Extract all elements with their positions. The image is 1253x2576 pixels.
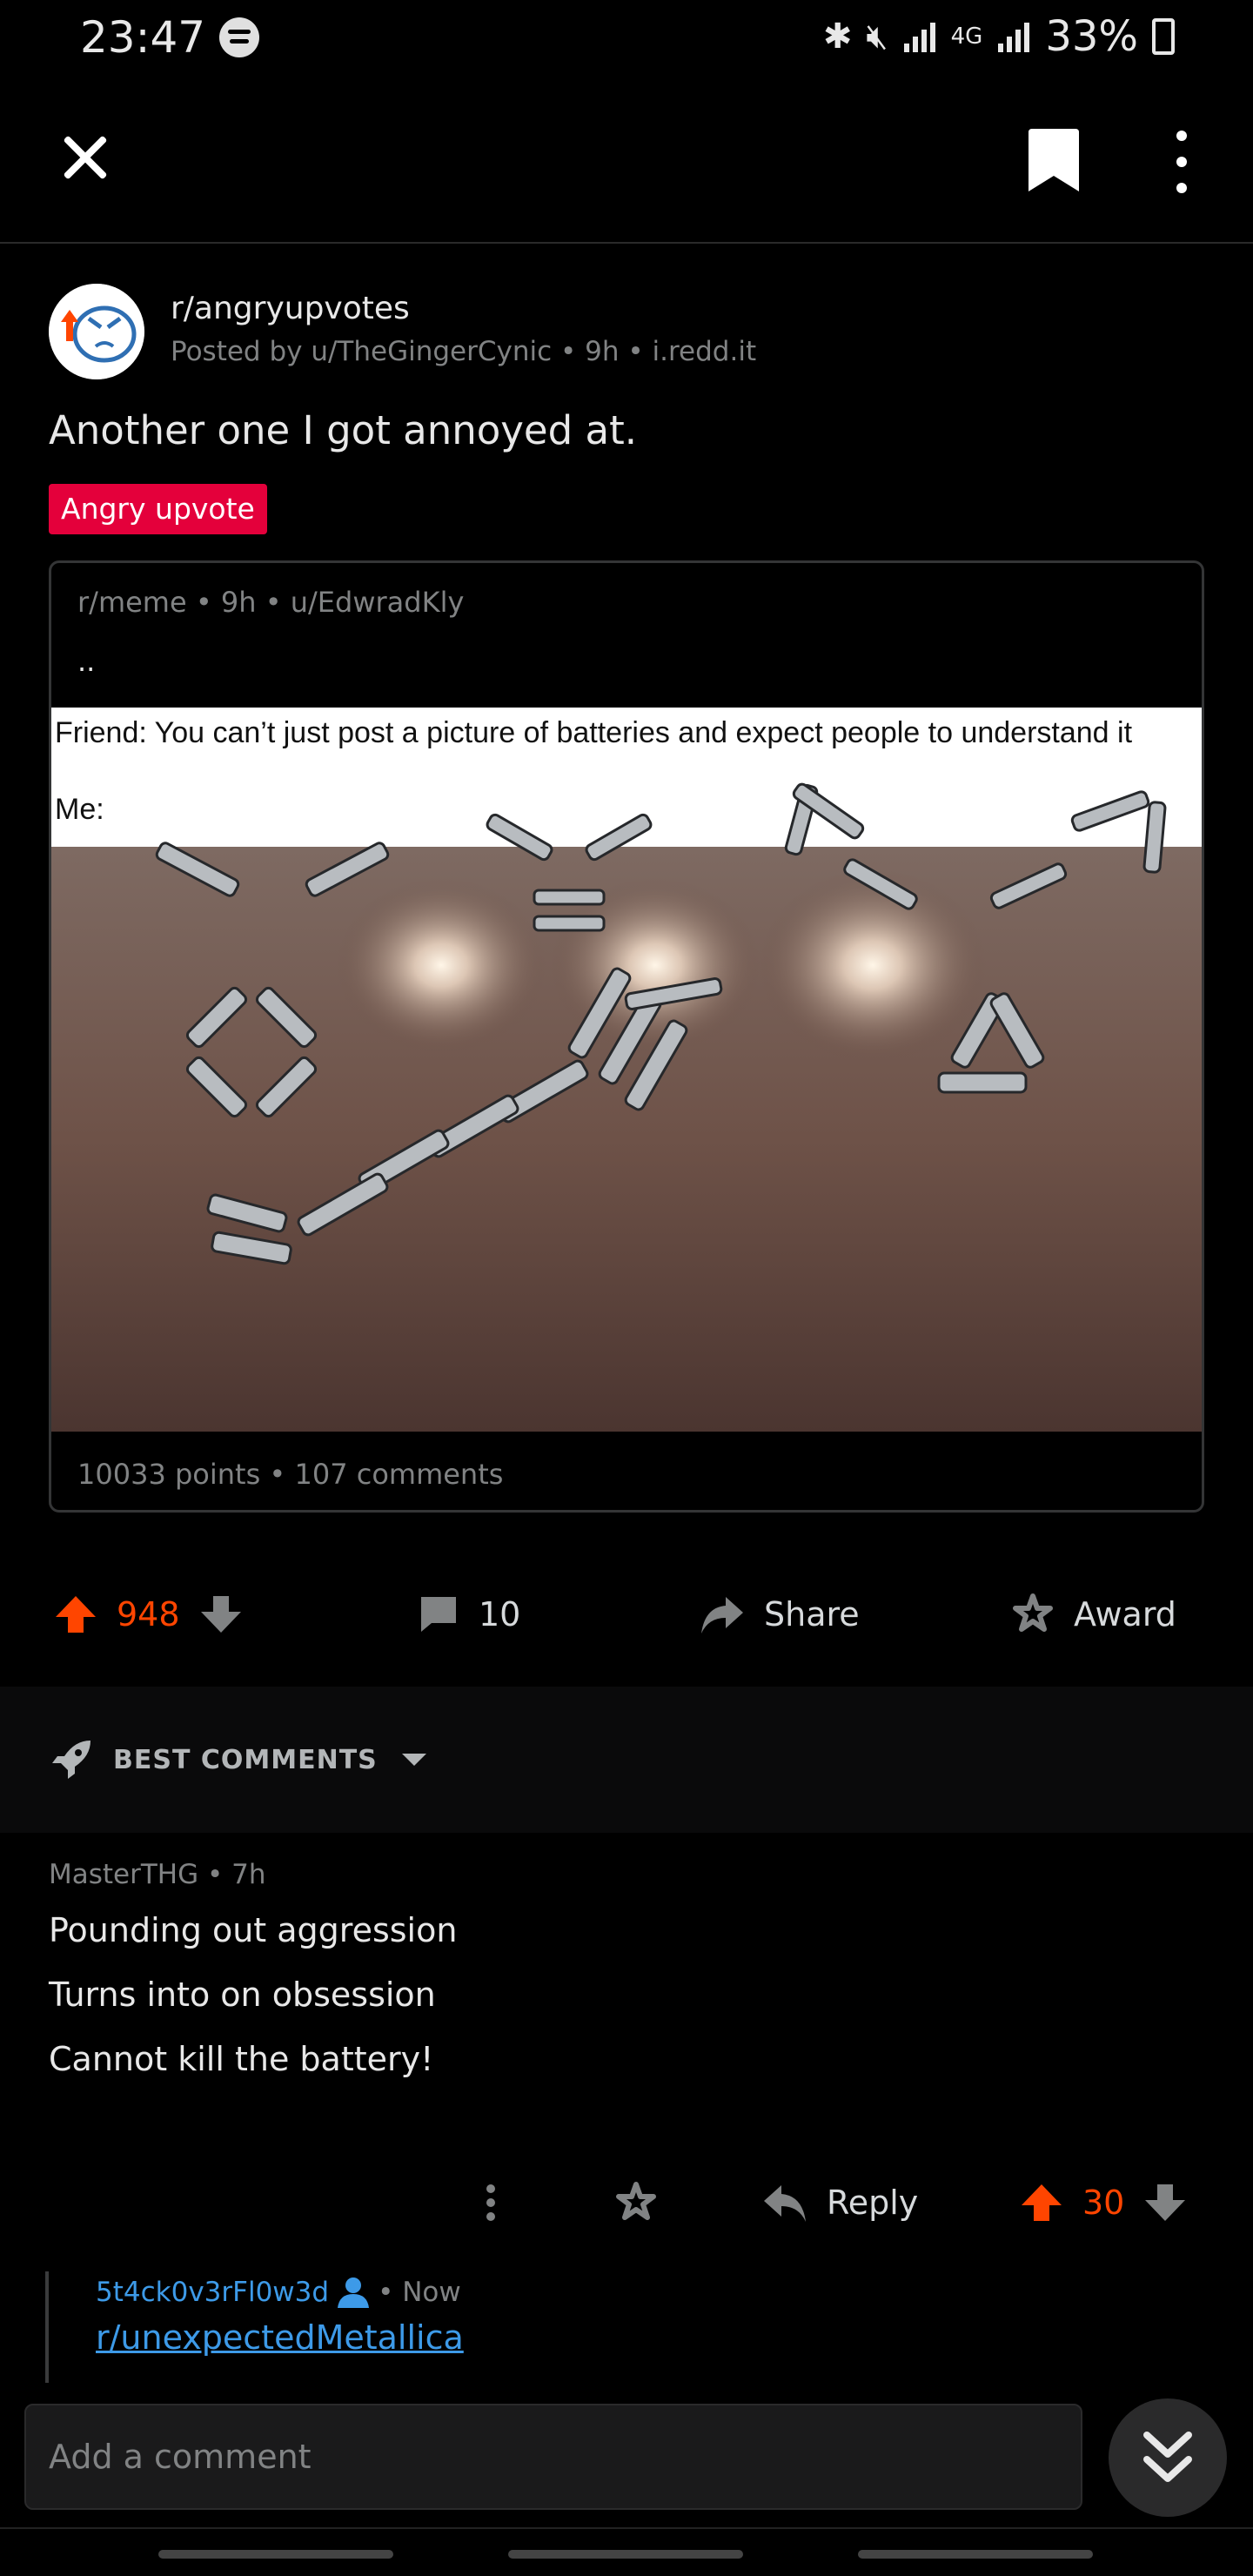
nav-home[interactable]	[508, 2550, 743, 2559]
status-time: 23:47	[80, 12, 206, 63]
comment-count: 10	[479, 1595, 521, 1633]
award-icon	[1013, 1593, 1053, 1632]
subreddit-name[interactable]: r/angryupvotes	[171, 291, 410, 326]
reply-meta: 5t4ck0v3rFl0w3d • Now	[96, 2275, 1203, 2310]
meme-caption-me: Me:	[55, 793, 104, 826]
more-vertical-icon	[486, 2184, 495, 2221]
comment-line: Pounding out aggression	[49, 1911, 458, 1949]
vote-group: 948	[54, 1566, 243, 1662]
crosspost-card[interactable]: r/meme • 9h • u/EdwradKly .. Friend: You…	[49, 560, 1204, 1513]
rocket-icon	[52, 1741, 90, 1779]
battery-charging-icon	[1152, 18, 1175, 55]
award-icon	[616, 2182, 656, 2220]
reply-comment: 5t4ck0v3rFl0w3d • Now r/unexpectedMetall…	[45, 2271, 1203, 2383]
award-label: Award	[1074, 1595, 1176, 1633]
upvote-icon[interactable]	[1020, 2181, 1063, 2224]
comments-button[interactable]: 10	[418, 1566, 520, 1662]
subreddit-avatar[interactable]	[49, 284, 144, 379]
bluetooth-icon: ✱	[822, 17, 853, 57]
comment-vote-count: 30	[1082, 2184, 1125, 2222]
double-chevron-down-icon	[1143, 2432, 1192, 2482]
comment-line: Turns into on obsession	[49, 1975, 436, 2014]
spotify-icon	[219, 17, 259, 57]
add-comment-input[interactable]	[49, 2405, 1058, 2508]
share-label: Share	[764, 1595, 860, 1633]
reply-label: Reply	[827, 2184, 919, 2222]
reply-time: • Now	[378, 2277, 461, 2308]
award-button[interactable]: Award	[1011, 1566, 1176, 1662]
reply-author[interactable]: 5t4ck0v3rFl0w3d	[96, 2277, 329, 2308]
reply-button[interactable]: Reply	[762, 2155, 918, 2251]
comment-action-bar: Reply 30	[0, 2155, 1253, 2251]
post-action-bar: 948 10 Share Award	[0, 1566, 1253, 1662]
user-icon	[338, 2277, 370, 2308]
comment-icon	[421, 1597, 456, 1632]
meme-caption-friend: Friend: You can’t just post a picture of…	[55, 716, 1133, 749]
angry-snoo-icon	[49, 284, 144, 379]
nav-recent-apps[interactable]	[158, 2550, 393, 2559]
post-meta: Posted by u/TheGingerCynic • 9h • i.redd…	[171, 336, 757, 367]
crosspost-title: ..	[77, 645, 96, 678]
network-type: 4G	[950, 23, 983, 50]
meme-image[interactable]: Friend: You can’t just post a picture of…	[51, 708, 1202, 1432]
comment-composer	[24, 2404, 1082, 2510]
nav-back[interactable]	[858, 2550, 1093, 2559]
more-icon[interactable]	[1166, 131, 1197, 193]
downvote-icon[interactable]	[199, 1593, 243, 1636]
comment-vote-group: 30	[1020, 2155, 1187, 2251]
jump-to-next-button[interactable]	[1109, 2398, 1227, 2517]
status-icons: ✱ 🔇︎ 4G 33%	[823, 10, 1175, 63]
comment-more-icon[interactable]	[484, 2155, 498, 2251]
share-icon	[701, 1597, 743, 1633]
sort-label: BEST COMMENTS	[113, 1744, 378, 1775]
comment: MasterTHG • 7h Pounding out aggression T…	[49, 1859, 1206, 2077]
comment-award-button[interactable]	[614, 2155, 658, 2251]
comment-meta[interactable]: MasterTHG • 7h	[49, 1859, 1206, 1890]
battery-percent: 33%	[1045, 12, 1138, 61]
chevron-down-icon	[401, 1754, 426, 1766]
reply-icon	[764, 2185, 806, 2222]
signal-icon	[903, 23, 935, 52]
signal-icon-2	[998, 23, 1030, 52]
post-header: r/angryupvotes Posted by u/TheGingerCyni…	[49, 284, 1206, 379]
comment-line: Cannot kill the battery!	[49, 2039, 434, 2078]
post-title: Another one I got annoyed at.	[49, 407, 638, 453]
bookmark-icon[interactable]	[1029, 129, 1079, 191]
comment-sort-bar: BEST COMMENTS	[0, 1687, 1253, 1833]
post-flair: Angry upvote	[49, 484, 267, 534]
mute-icon: 🔇︎	[866, 17, 888, 57]
crosspost-stats: 10033 points • 107 comments	[77, 1458, 504, 1491]
status-bar: 23:47 ✱ 🔇︎ 4G 33%	[0, 0, 1253, 75]
share-button[interactable]: Share	[700, 1566, 860, 1662]
sort-selector[interactable]: BEST COMMENTS	[49, 1735, 426, 1784]
system-nav-bar	[0, 2527, 1253, 2576]
vote-count: 948	[117, 1595, 180, 1633]
downvote-icon[interactable]	[1143, 2181, 1187, 2224]
post-toolbar	[0, 75, 1253, 244]
reply-subreddit-link[interactable]: r/unexpectedMetallica	[96, 2318, 1203, 2357]
close-icon[interactable]	[54, 127, 117, 190]
upvote-icon[interactable]	[54, 1593, 97, 1636]
crosspost-meta: r/meme • 9h • u/EdwradKly	[77, 586, 465, 619]
comment-body: Pounding out aggression Turns into on ob…	[49, 1911, 1206, 2078]
